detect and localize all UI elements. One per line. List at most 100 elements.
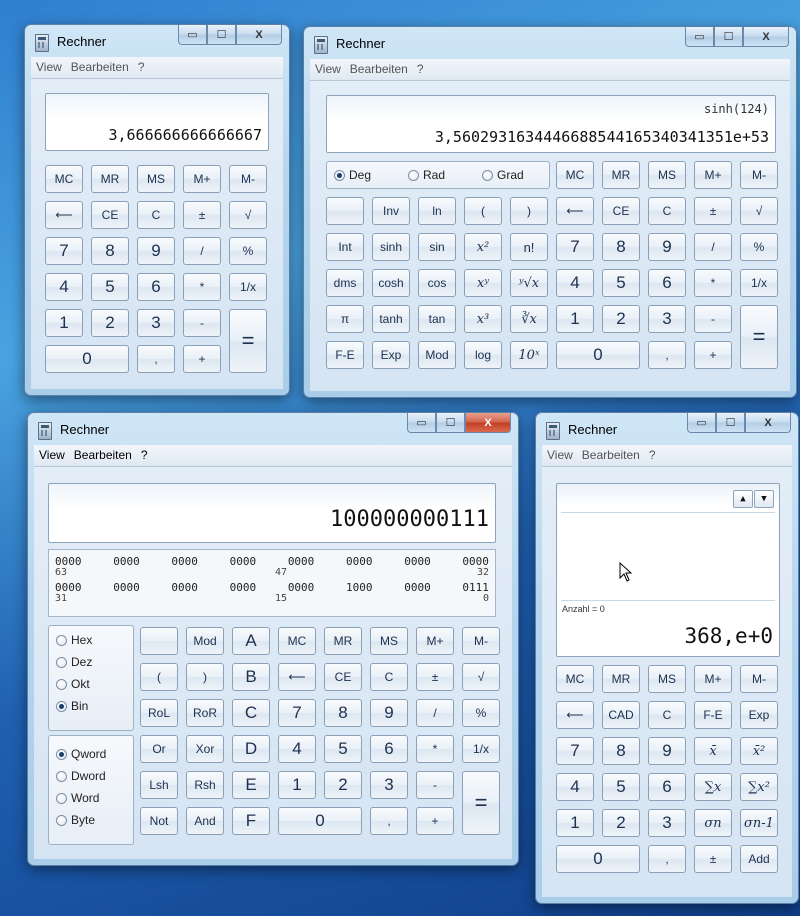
reciprocal-button[interactable]: 1/x	[462, 735, 500, 763]
prog-mod-button[interactable]: Mod	[186, 627, 224, 655]
bit-group[interactable]: 0000	[230, 555, 257, 568]
prog-rol-button[interactable]: RoL	[140, 699, 178, 727]
fn-sinh-button[interactable]: sinh	[372, 233, 410, 261]
memory-subtract-button[interactable]: M-	[740, 665, 778, 693]
clear-entry-button[interactable]: CE	[91, 201, 129, 229]
radio-word[interactable]: Word	[56, 791, 99, 805]
radio-okt[interactable]: Okt	[56, 677, 90, 691]
decimal-button[interactable]: ,	[648, 845, 686, 873]
data-list[interactable]	[561, 514, 775, 598]
add-button[interactable]: +	[416, 807, 454, 835]
titlebar[interactable]: Rechner ▭ ☐ X	[536, 413, 798, 445]
divide-button[interactable]: /	[694, 233, 732, 261]
clear-button[interactable]: C	[232, 699, 270, 727]
bit-group[interactable]: 0000	[230, 581, 257, 594]
fn-log-button[interactable]: log	[464, 341, 502, 369]
menu-bearbeiten[interactable]: Bearbeiten	[345, 59, 412, 76]
radio-grad[interactable]: Grad	[482, 168, 524, 182]
digit-5-button[interactable]: 5	[602, 269, 640, 297]
memory-add-button[interactable]: M+	[694, 665, 732, 693]
maximize-button[interactable]: ☐	[716, 413, 745, 433]
radio-hex[interactable]: Hex	[56, 633, 92, 647]
prog-or-button[interactable]: Or	[140, 735, 178, 763]
memory-add-button[interactable]: M+	[183, 165, 221, 193]
bit-group[interactable]: 0000	[113, 555, 140, 568]
bit-group[interactable]: 0000	[113, 581, 140, 594]
blank-button[interactable]	[140, 627, 178, 655]
minimize-button[interactable]: ▭	[687, 413, 716, 433]
fn--button[interactable]: )	[510, 197, 548, 225]
prog-a-button[interactable]: A	[232, 627, 270, 655]
radio-deg[interactable]: Deg	[334, 168, 371, 182]
bit-group[interactable]: 0000	[288, 555, 315, 568]
digit-2-button[interactable]: 2	[324, 771, 362, 799]
menu-help[interactable]: ?	[136, 445, 152, 462]
backspace-button[interactable]: ⟵	[45, 201, 83, 229]
divide-button[interactable]: /	[416, 699, 454, 727]
digit-5-button[interactable]: 5	[324, 735, 362, 763]
memory-add-button[interactable]: M+	[416, 627, 454, 655]
digit-6-button[interactable]: 6	[370, 735, 408, 763]
memory-store-button[interactable]: MS	[648, 161, 686, 189]
fn-tanh-button[interactable]: tanh	[372, 305, 410, 333]
stat-f-e-button[interactable]: F-E	[694, 701, 732, 729]
stat-n-button[interactable]: σn	[694, 809, 732, 837]
digit-1-button[interactable]: 1	[278, 771, 316, 799]
sign-button[interactable]: ±	[416, 663, 454, 691]
bit-group[interactable]: 1000	[346, 581, 373, 594]
stat-n-1-button[interactable]: σn-1	[740, 809, 778, 837]
digit-0-button[interactable]: 0	[45, 345, 129, 373]
fn-int-button[interactable]: Int	[326, 233, 364, 261]
digit-9-button[interactable]: 9	[370, 699, 408, 727]
fn-x-button[interactable]: xʸ	[464, 269, 502, 297]
digit-8-button[interactable]: 8	[602, 233, 640, 261]
memory-store-button[interactable]: MS	[137, 165, 175, 193]
memory-recall-button[interactable]: MR	[602, 665, 640, 693]
bit-group[interactable]: 0000	[404, 555, 431, 568]
bit-group[interactable]: 0000	[346, 555, 373, 568]
percent-button[interactable]: %	[740, 233, 778, 261]
stat-x-button[interactable]: x̄	[694, 737, 732, 765]
memory-recall-button[interactable]: MR	[324, 627, 362, 655]
digit-6-button[interactable]: 6	[137, 273, 175, 301]
fn-x-button[interactable]: ʸ√x	[510, 269, 548, 297]
prog-rsh-button[interactable]: Rsh	[186, 771, 224, 799]
menu-view[interactable]: View	[542, 445, 577, 462]
fn-f-e-button[interactable]: F-E	[326, 341, 364, 369]
fn-blank-button[interactable]	[326, 197, 364, 225]
menu-help[interactable]: ?	[412, 59, 428, 76]
scroll-up-button[interactable]: ▲	[733, 490, 753, 508]
memory-clear-button[interactable]: MC	[45, 165, 83, 193]
memory-subtract-button[interactable]: M-	[229, 165, 267, 193]
fn-exp-button[interactable]: Exp	[372, 341, 410, 369]
digit-8-button[interactable]: 8	[602, 737, 640, 765]
digit-2-button[interactable]: 2	[91, 309, 129, 337]
scroll-down-button[interactable]: ▼	[754, 490, 774, 508]
digit-3-button[interactable]: 3	[648, 305, 686, 333]
menu-bearbeiten[interactable]: Bearbeiten	[66, 57, 133, 74]
digit-9-button[interactable]: 9	[137, 237, 175, 265]
subtract-button[interactable]: -	[694, 305, 732, 333]
digit-1-button[interactable]: 1	[45, 309, 83, 337]
titlebar[interactable]: Rechner ▭ ☐ X	[28, 413, 518, 445]
fn-ln-button[interactable]: ln	[418, 197, 456, 225]
backspace-button[interactable]: ⟵	[278, 663, 316, 691]
digit-3-button[interactable]: 3	[137, 309, 175, 337]
prog-and-button[interactable]: And	[186, 807, 224, 835]
digit-6-button[interactable]: 6	[648, 773, 686, 801]
fn-cos-button[interactable]: cos	[418, 269, 456, 297]
sign-button[interactable]: ±	[694, 197, 732, 225]
stat-x-button[interactable]: x̄²	[740, 737, 778, 765]
fn-x-button[interactable]: ∛x	[510, 305, 548, 333]
close-button[interactable]: X	[745, 413, 791, 433]
equals-button[interactable]: =	[462, 771, 500, 835]
menu-help[interactable]: ?	[644, 445, 660, 462]
digit-3-button[interactable]: 3	[370, 771, 408, 799]
memory-store-button[interactable]: MS	[370, 627, 408, 655]
fn-inv-button[interactable]: Inv	[372, 197, 410, 225]
decimal-button[interactable]: ,	[648, 341, 686, 369]
clear-button[interactable]: C	[648, 701, 686, 729]
memory-clear-button[interactable]: MC	[278, 627, 316, 655]
stat-add-button[interactable]: Add	[740, 845, 778, 873]
fn-x-button[interactable]: x²	[464, 233, 502, 261]
